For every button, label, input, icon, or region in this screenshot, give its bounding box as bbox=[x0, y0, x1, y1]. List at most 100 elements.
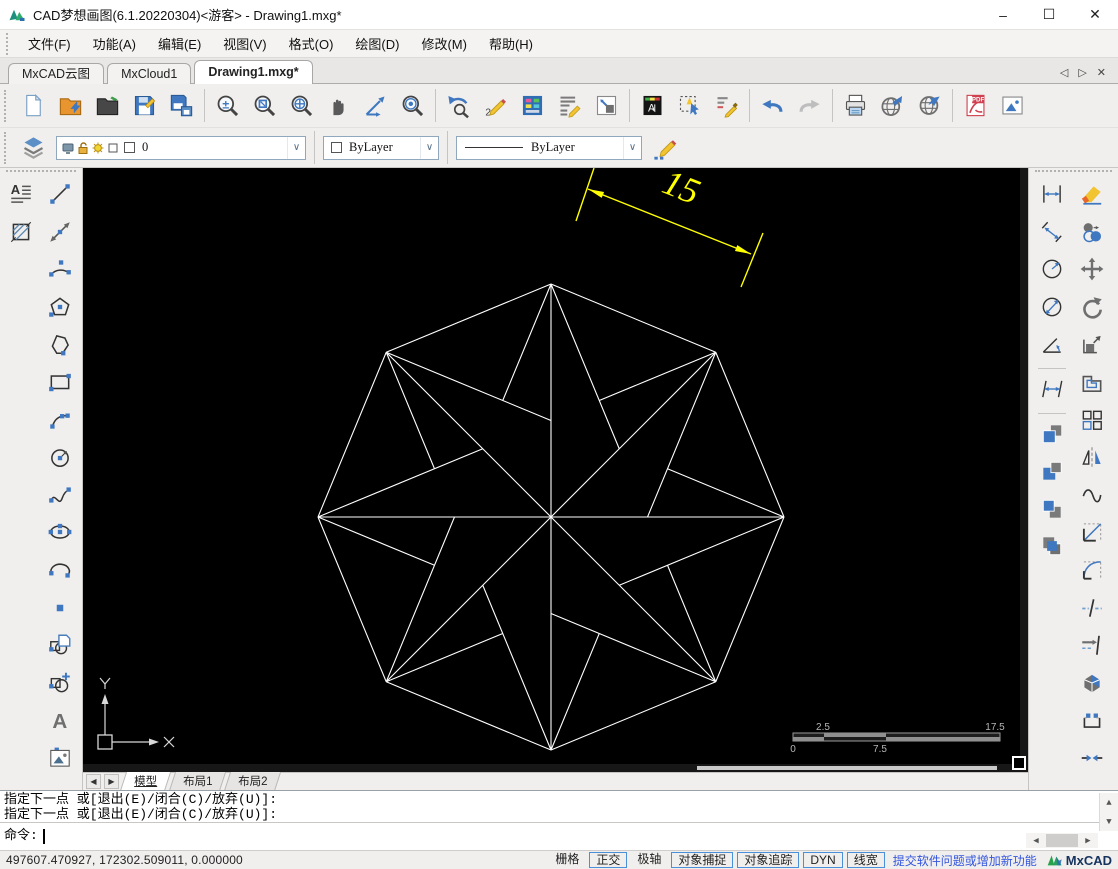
dim-diameter-button[interactable] bbox=[1036, 291, 1068, 323]
array-button[interactable] bbox=[1076, 404, 1108, 436]
menu-帮助H[interactable]: 帮助(H) bbox=[478, 30, 544, 57]
hatch-button[interactable] bbox=[5, 216, 37, 248]
layout-tab-布局1[interactable]: 布局1 bbox=[168, 772, 227, 791]
zoom-window-button[interactable] bbox=[246, 87, 283, 124]
publish-web-button[interactable] bbox=[874, 87, 911, 124]
dim-angular-button[interactable] bbox=[1036, 328, 1068, 360]
export-image-button[interactable] bbox=[994, 87, 1031, 124]
layout-prev-icon[interactable]: ◀ bbox=[86, 774, 101, 789]
text-style-button[interactable] bbox=[551, 87, 588, 124]
scroll-up-icon[interactable]: ▲ bbox=[1100, 793, 1118, 812]
trim-button[interactable] bbox=[1076, 629, 1108, 661]
zoom-scale-button[interactable]: ± bbox=[209, 87, 246, 124]
scrollbar-thumb[interactable] bbox=[1046, 834, 1078, 847]
menu-修改M[interactable]: 修改(M) bbox=[410, 30, 478, 57]
copy-button[interactable] bbox=[1076, 216, 1108, 248]
zoom-extents-button[interactable] bbox=[283, 87, 320, 124]
menu-格式O[interactable]: 格式(O) bbox=[278, 30, 345, 57]
draworder-back-button[interactable] bbox=[1036, 455, 1068, 487]
break-button[interactable] bbox=[1076, 592, 1108, 624]
menu-绘图D[interactable]: 绘图(D) bbox=[344, 30, 410, 57]
polyline-arc-button[interactable] bbox=[44, 404, 76, 436]
dim-linear-button[interactable] bbox=[1036, 178, 1068, 210]
toggle-DYN[interactable]: DYN bbox=[803, 852, 843, 868]
linetype-select[interactable]: ByLayer ∨ bbox=[456, 135, 642, 160]
ellipse-button[interactable] bbox=[44, 516, 76, 548]
dim-aligned-button[interactable] bbox=[1036, 216, 1068, 248]
drawing-canvas[interactable]: 15 2.5 17.5 0 7.5 bbox=[83, 168, 1028, 772]
quick-draw-button[interactable]: 2 bbox=[477, 87, 514, 124]
insert-image-button[interactable] bbox=[44, 742, 76, 774]
match-properties-button[interactable] bbox=[708, 87, 745, 124]
command-window[interactable]: 指定下一点 或[退出(E)/闭合(C)/放弃(U)]: 指定下一点 或[退出(E)… bbox=[0, 790, 1118, 850]
new-drawing-button[interactable] bbox=[15, 87, 52, 124]
menu-文件F[interactable]: 文件(F) bbox=[17, 30, 82, 57]
named-view-button[interactable] bbox=[588, 87, 625, 124]
offset-button[interactable] bbox=[1076, 366, 1108, 398]
print-button[interactable] bbox=[837, 87, 874, 124]
quick-select-button[interactable] bbox=[671, 87, 708, 124]
color-select[interactable]: ByLayer ∨ bbox=[323, 135, 439, 160]
chevron-down-icon[interactable]: ∨ bbox=[287, 136, 305, 159]
scroll-left-icon[interactable]: ◀ bbox=[1026, 833, 1046, 848]
toggle-栅格[interactable]: 栅格 bbox=[549, 852, 585, 868]
menu-功能A[interactable]: 功能(A) bbox=[82, 30, 147, 57]
layer-select[interactable]: 0 ∨ bbox=[56, 135, 306, 160]
open-drawing-button[interactable] bbox=[89, 87, 126, 124]
export-pdf-button[interactable]: PDF bbox=[957, 87, 994, 124]
canvas-horizontal-scrollbar[interactable] bbox=[83, 764, 1028, 772]
edit-linetype-button[interactable] bbox=[646, 129, 683, 166]
draworder-under-button[interactable] bbox=[1036, 530, 1068, 562]
pan-button[interactable] bbox=[320, 87, 357, 124]
doc-tab-MxCloud1[interactable]: MxCloud1 bbox=[107, 63, 192, 84]
command-vertical-scrollbar[interactable]: ▲ ▼ bbox=[1099, 793, 1118, 831]
feedback-link[interactable]: 提交软件问题或增加新功能 bbox=[893, 852, 1037, 869]
layout-tab-布局2[interactable]: 布局2 bbox=[224, 772, 282, 791]
spline-button[interactable] bbox=[44, 479, 76, 511]
doc-tab-MxCAD云图[interactable]: MxCAD云图 bbox=[8, 63, 105, 84]
text-button[interactable]: A bbox=[44, 704, 76, 736]
tab-scroll-right-icon[interactable]: ▷ bbox=[1078, 66, 1086, 79]
chamfer-button[interactable] bbox=[1076, 516, 1108, 548]
toggle-极轴[interactable]: 极轴 bbox=[631, 852, 667, 868]
draworder-above-button[interactable] bbox=[1036, 493, 1068, 525]
ellipse-arc-button[interactable] bbox=[44, 554, 76, 586]
layers-button[interactable] bbox=[15, 129, 52, 166]
dim-radius-button[interactable] bbox=[1036, 253, 1068, 285]
scrollbar-thumb[interactable] bbox=[697, 766, 997, 770]
arc-button[interactable] bbox=[44, 253, 76, 285]
toggle-对象捕捉[interactable]: 对象捕捉 bbox=[671, 852, 734, 868]
construction-line-button[interactable] bbox=[44, 216, 76, 248]
draworder-front-button[interactable] bbox=[1036, 418, 1068, 450]
color-palette-button[interactable] bbox=[514, 87, 551, 124]
rotate-button[interactable] bbox=[1076, 291, 1108, 323]
zoom-previous-button[interactable] bbox=[440, 87, 477, 124]
rectangle-button[interactable] bbox=[44, 366, 76, 398]
save-as-button[interactable] bbox=[163, 87, 200, 124]
chevron-down-icon[interactable]: ∨ bbox=[623, 136, 641, 159]
doc-tab-Drawing1.mxg*[interactable]: Drawing1.mxg* bbox=[194, 60, 313, 84]
join-button[interactable] bbox=[1076, 742, 1108, 774]
save-button[interactable] bbox=[126, 87, 163, 124]
toggle-对象追踪[interactable]: 对象追踪 bbox=[737, 852, 800, 868]
command-horizontal-scrollbar[interactable]: ◀ ▶ bbox=[1026, 833, 1098, 848]
toggle-正交[interactable]: 正交 bbox=[589, 852, 628, 868]
layout-next-icon[interactable]: ▶ bbox=[104, 774, 119, 789]
insert-block-button[interactable] bbox=[44, 629, 76, 661]
point-button[interactable] bbox=[44, 592, 76, 624]
dim-edit-button[interactable] bbox=[1036, 373, 1068, 405]
layer-manager-button[interactable]: A bbox=[634, 87, 671, 124]
create-block-button[interactable] bbox=[44, 667, 76, 699]
toggle-线宽[interactable]: 线宽 bbox=[846, 852, 885, 868]
menu-视图V[interactable]: 视图(V) bbox=[212, 30, 277, 57]
scroll-down-icon[interactable]: ▼ bbox=[1100, 812, 1118, 831]
curve-button[interactable] bbox=[1076, 479, 1108, 511]
circle-button[interactable] bbox=[44, 441, 76, 473]
polyline-button[interactable] bbox=[44, 328, 76, 360]
undo-button[interactable] bbox=[754, 87, 791, 124]
scale-button[interactable] bbox=[1076, 328, 1108, 360]
zoom-center-button[interactable] bbox=[394, 87, 431, 124]
erase-button[interactable] bbox=[1076, 178, 1108, 210]
menu-编辑E[interactable]: 编辑(E) bbox=[147, 30, 212, 57]
stretch-button[interactable] bbox=[1076, 704, 1108, 736]
